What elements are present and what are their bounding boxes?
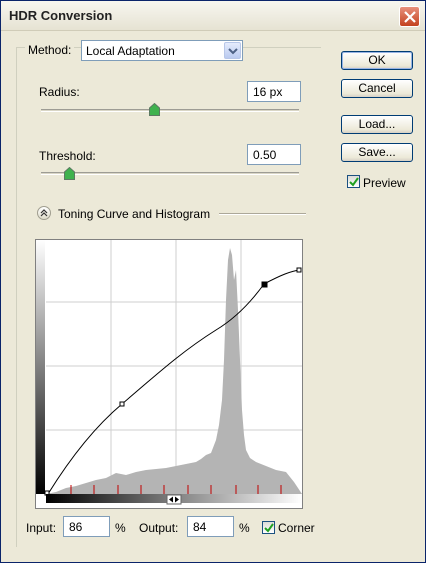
method-dropdown-button[interactable] (224, 42, 241, 59)
threshold-field[interactable]: 0.50 (247, 144, 301, 165)
radius-field[interactable]: 16 px (247, 81, 301, 102)
window-title: HDR Conversion (9, 8, 113, 23)
checkmark-icon (349, 177, 359, 187)
curve-grid (46, 240, 302, 494)
toning-section-label: Toning Curve and Histogram (58, 207, 211, 221)
cancel-button[interactable]: Cancel (341, 79, 413, 98)
radius-value: 16 px (253, 85, 283, 99)
left-right-arrows-icon (166, 494, 182, 505)
histogram-curve-canvas[interactable] (36, 240, 302, 508)
radius-label: Radius: (39, 85, 80, 99)
threshold-value: 0.50 (253, 148, 277, 162)
close-icon (404, 11, 416, 23)
threshold-slider[interactable] (41, 172, 299, 175)
output-gradient-bar (36, 240, 45, 494)
method-select[interactable]: Local Adaptation (81, 40, 243, 61)
output-unit: % (239, 521, 250, 535)
slider-thumb-icon[interactable] (63, 167, 75, 180)
chevron-down-icon (228, 48, 238, 55)
ok-button[interactable]: OK (341, 51, 413, 70)
corner-checkbox[interactable] (262, 521, 275, 534)
output-label: Output: (139, 521, 179, 535)
preview-label: Preview (363, 176, 406, 190)
threshold-label: Threshold: (39, 149, 96, 163)
method-value: Local Adaptation (86, 44, 175, 58)
output-value: 84 (193, 520, 207, 534)
section-divider (219, 213, 306, 215)
preview-checkbox[interactable] (347, 175, 360, 188)
corner-label: Corner (278, 521, 315, 535)
curve-point (296, 267, 302, 273)
dialog-window: HDR Conversion Method: Local Adaptation … (0, 0, 426, 563)
radius-slider[interactable] (41, 109, 299, 112)
double-chevron-up-icon (40, 209, 48, 217)
checkmark-icon (264, 523, 274, 533)
tone-curve (47, 269, 301, 495)
curve-point-selected (261, 281, 268, 288)
input-value: 86 (69, 520, 83, 534)
method-label: Method: (25, 43, 75, 57)
load-button[interactable]: Load... (341, 115, 413, 134)
toning-curve-graph[interactable] (35, 239, 303, 509)
close-button[interactable] (399, 6, 420, 27)
output-field[interactable]: 84 (187, 516, 234, 537)
title-bar: HDR Conversion (1, 1, 425, 31)
curve-point (119, 401, 125, 407)
slider-thumb-icon[interactable] (149, 103, 161, 116)
input-field[interactable]: 86 (63, 516, 110, 537)
save-button[interactable]: Save... (341, 143, 413, 162)
toning-collapse-button[interactable] (37, 206, 51, 220)
input-label: Input: (26, 521, 57, 535)
input-unit: % (115, 521, 126, 535)
